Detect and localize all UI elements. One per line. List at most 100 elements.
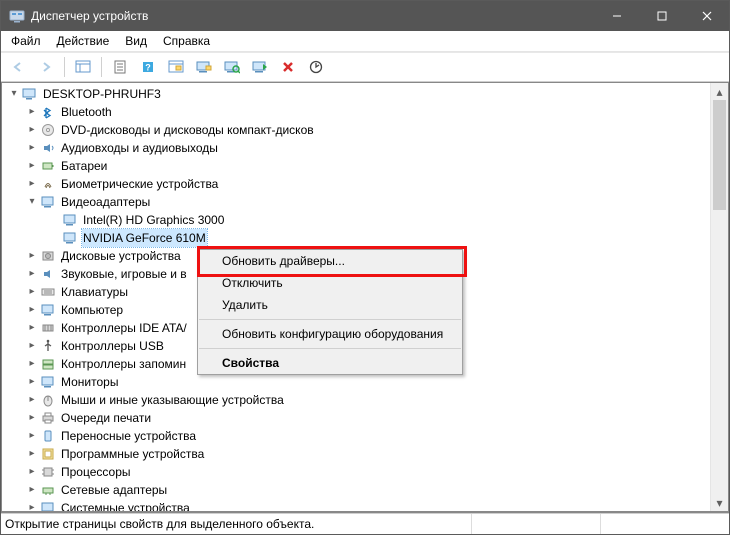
node-label: Биометрические устройства [60,175,219,193]
collapse-icon[interactable]: ▾ [6,85,22,103]
expand-icon[interactable]: ▸ [24,319,40,337]
device-manager-window: Диспетчер устройств Файл Действие Вид Сп… [0,0,730,535]
audio-icon [40,140,56,156]
node-label: NVIDIA GeForce 610M [82,229,207,247]
scrollbar-thumb[interactable] [713,100,726,210]
expand-icon[interactable]: ▸ [24,337,40,355]
sound-controller-icon [40,266,56,282]
tree-node-bluetooth[interactable]: ▸ Bluetooth [2,103,711,121]
scroll-up-button[interactable]: ▴ [711,83,728,100]
portable-device-icon [40,428,56,444]
toolbar-show-hidden-button[interactable] [70,54,96,80]
tree-node-nvidia[interactable]: NVIDIA GeForce 610M [2,229,711,247]
tree-node-software-dev[interactable]: ▸Программные устройства [2,445,711,463]
svg-text:?: ? [145,63,151,73]
expand-icon[interactable]: ▸ [24,463,40,481]
toolbar-update-driver-button[interactable] [247,54,273,80]
display-adapter-icon [40,194,56,210]
context-refresh-config[interactable]: Обновить конфигурацию оборудования [198,323,462,345]
toolbar-help-button[interactable]: ? [135,54,161,80]
tree-node-display-adapters[interactable]: ▾Видеоадаптеры [2,193,711,211]
context-separator [199,319,461,320]
tree-node-battery[interactable]: ▸ Батареи [2,157,711,175]
expand-icon[interactable]: ▸ [24,265,40,283]
context-properties[interactable]: Свойства [198,352,462,374]
expand-icon[interactable]: ▸ [24,157,40,175]
node-label: Системные устройства [60,499,191,511]
node-label: Очереди печати [60,409,152,427]
context-disable[interactable]: Отключить [198,272,462,294]
tree-node-intel-hd[interactable]: Intel(R) HD Graphics 3000 [2,211,711,229]
tree-node-portable[interactable]: ▸Переносные устройства [2,427,711,445]
node-label: Сетевые адаптеры [60,481,168,499]
node-label: Дисковые устройства [60,247,182,265]
expand-icon[interactable]: ▸ [24,247,40,265]
cpu-icon [40,464,56,480]
menu-file[interactable]: Файл [3,32,49,50]
tree-node-print-queue[interactable]: ▸ Очереди печати [2,409,711,427]
maximize-button[interactable] [639,1,684,31]
node-label: Bluetooth [60,103,113,121]
toolbar-properties-button[interactable] [107,54,133,80]
toolbar-enumerate-button[interactable] [303,54,329,80]
node-label: Мониторы [60,373,119,391]
expand-icon[interactable]: ▸ [24,283,40,301]
status-text: Открытие страницы свойств для выделенног… [1,514,472,534]
menu-view[interactable]: Вид [117,32,155,50]
expand-icon[interactable]: ▸ [24,481,40,499]
node-label: Контроллеры USB [60,337,165,355]
tree-node-dvd[interactable]: ▸DVD-дисководы и дисководы компакт-диско… [2,121,711,139]
minimize-button[interactable] [594,1,639,31]
system-device-icon [40,500,56,511]
node-label: Процессоры [60,463,132,481]
scroll-down-button[interactable]: ▾ [711,494,728,511]
printer-icon [40,410,56,426]
status-cell-2 [472,514,601,534]
expand-icon[interactable]: ▸ [24,103,40,121]
expand-icon[interactable]: ▸ [24,445,40,463]
keyboard-icon [40,284,56,300]
context-update-drivers[interactable]: Обновить драйверы... [198,250,462,272]
collapse-icon[interactable]: ▾ [24,193,40,211]
tree-node-system-dev[interactable]: ▸ Системные устройства [2,499,711,511]
tree-node-monitors[interactable]: ▸ Мониторы [2,373,711,391]
tree-node-biometric[interactable]: ▸ Биометрические устройства [2,175,711,193]
toolbar-separator [101,57,102,77]
expand-icon[interactable]: ▸ [24,175,40,193]
menu-action[interactable]: Действие [49,32,118,50]
disc-icon [40,122,56,138]
expand-icon[interactable]: ▸ [24,121,40,139]
expand-icon[interactable]: ▸ [24,499,40,511]
network-adapter-icon [40,482,56,498]
expand-icon[interactable]: ▸ [24,409,40,427]
toolbar-scan-button[interactable] [219,54,245,80]
tree-node-cpus[interactable]: ▸ Процессоры [2,463,711,481]
tree-node-network[interactable]: ▸ Сетевые адаптеры [2,481,711,499]
toolbar-uninstall-button[interactable] [275,54,301,80]
tree-node-mice[interactable]: ▸Мыши и иные указывающие устройства [2,391,711,409]
close-button[interactable] [684,1,729,31]
menu-help[interactable]: Справка [155,32,218,50]
expand-icon[interactable]: ▸ [24,139,40,157]
display-adapter-icon [62,212,78,228]
toolbar-monitor-button[interactable] [191,54,217,80]
node-label: Звуковые, игровые и в [60,265,188,283]
toolbar: ? [1,52,729,82]
tree-node-audio[interactable]: ▸Аудиовходы и аудиовыходы [2,139,711,157]
expand-icon[interactable]: ▸ [24,301,40,319]
expand-icon[interactable]: ▸ [24,391,40,409]
expand-icon[interactable]: ▸ [24,355,40,373]
tree-root[interactable]: ▾ DESKTOP-PHRUHF3 [2,85,711,103]
vertical-scrollbar[interactable]: ▴ ▾ [710,83,728,511]
context-delete[interactable]: Удалить [198,294,462,316]
toolbar-refresh-button[interactable] [163,54,189,80]
toolbar-back-button[interactable] [5,54,31,80]
fingerprint-icon [40,176,56,192]
usb-icon [40,338,56,354]
node-label: Батареи [60,157,108,175]
expand-icon[interactable]: ▸ [24,373,40,391]
titlebar: Диспетчер устройств [1,1,729,31]
toolbar-forward-button[interactable] [33,54,59,80]
expand-icon[interactable]: ▸ [24,427,40,445]
node-label: Intel(R) HD Graphics 3000 [82,211,225,229]
